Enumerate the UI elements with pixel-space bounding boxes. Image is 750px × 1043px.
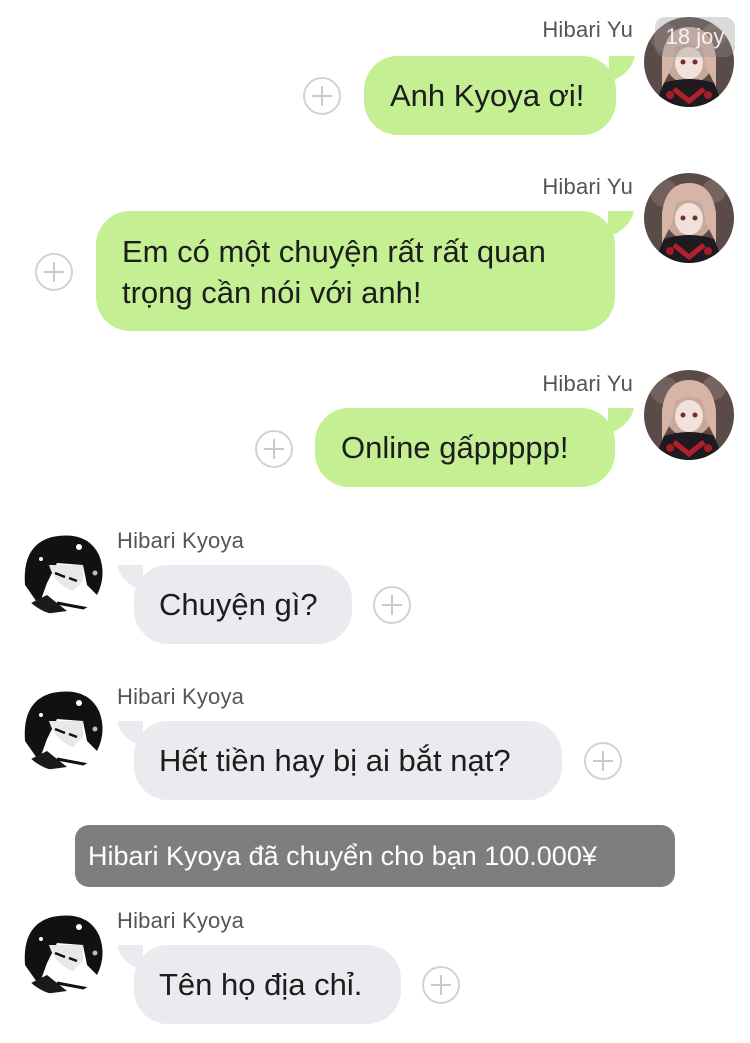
bubble-tail <box>609 56 635 82</box>
sender-name: Hibari Yu <box>542 371 633 396</box>
sender-name: Hibari Yu <box>542 17 633 42</box>
message-text: Online gấppppp! <box>341 430 569 465</box>
message-text: Chuyện gì? <box>159 587 318 622</box>
bubble-tail <box>608 408 634 434</box>
message-text: Anh Kyoya ơi! <box>390 78 585 113</box>
plus-circle-icon[interactable] <box>422 966 460 1004</box>
message-text-line: trọng cần nói với anh! <box>122 275 422 310</box>
message-bubble[interactable]: Em có một chuyện rất rất quan trọng cần … <box>96 211 615 331</box>
avatar[interactable] <box>644 370 734 460</box>
message-bubble[interactable]: Hết tiền hay bị ai bắt nạt? <box>134 721 562 800</box>
plus-circle-icon[interactable] <box>255 430 293 468</box>
plus-circle-icon[interactable] <box>373 586 411 624</box>
watermark-label: 18 joy <box>655 17 735 57</box>
avatar[interactable] <box>17 681 107 771</box>
avatar[interactable] <box>17 525 107 615</box>
anime-boy-avatar-icon <box>17 905 107 995</box>
avatar[interactable] <box>17 905 107 995</box>
sender-name: Hibari Kyoya <box>117 908 245 933</box>
message-bubble[interactable]: Online gấppppp! <box>315 408 615 487</box>
message-bubble[interactable]: Chuyện gì? <box>134 565 352 644</box>
message-bubble[interactable]: Tên họ địa chỉ. <box>134 945 401 1024</box>
anime-girl-avatar-icon <box>644 173 734 263</box>
message-bubble[interactable]: Anh Kyoya ơi! <box>364 56 616 135</box>
anime-boy-avatar-icon <box>17 525 107 615</box>
message-text-line: Em có một chuyện rất rất quan <box>122 234 546 269</box>
sender-name: Hibari Kyoya <box>117 684 245 709</box>
plus-circle-icon[interactable] <box>584 742 622 780</box>
sender-name: Hibari Yu <box>542 174 633 199</box>
bubble-tail <box>608 211 634 237</box>
sender-name: Hibari Kyoya <box>117 528 245 553</box>
message-text: Hết tiền hay bị ai bắt nạt? <box>159 743 511 778</box>
plus-circle-icon[interactable] <box>35 253 73 291</box>
anime-girl-avatar-icon <box>644 370 734 460</box>
message-text: Tên họ địa chỉ. <box>159 967 363 1002</box>
anime-boy-avatar-icon <box>17 681 107 771</box>
system-notice: Hibari Kyoya đã chuyển cho bạn 100.000¥ <box>75 825 675 887</box>
plus-circle-icon[interactable] <box>303 77 341 115</box>
avatar[interactable] <box>644 173 734 263</box>
